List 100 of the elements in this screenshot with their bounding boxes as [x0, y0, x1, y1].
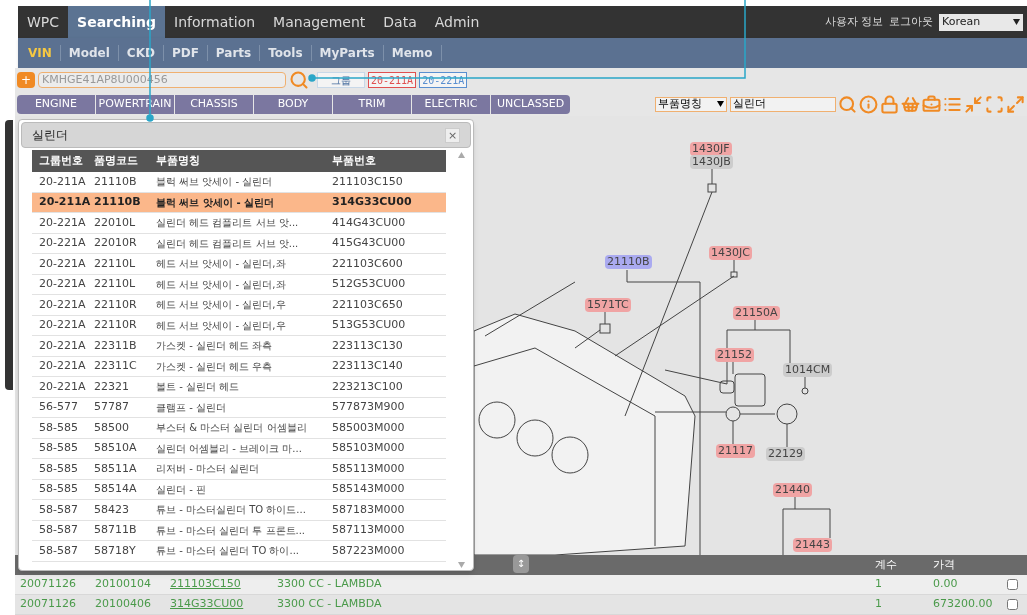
table-cell-text: 가스켓 - 실린더 헤드 우측 [156, 359, 274, 374]
result-row[interactable]: 20-221A 22311B 가스켓 - 실린더 헤드 좌측 223113C130 [32, 336, 446, 357]
part-callout[interactable]: 21150A [733, 306, 780, 320]
part-callout[interactable]: 21110B [605, 255, 652, 269]
language-select[interactable]: Korean [939, 13, 1023, 31]
fit-screen-icon[interactable] [985, 94, 1004, 114]
subnav-tab[interactable]: VIN [20, 44, 60, 62]
table-cell-text: 0.00 [933, 576, 959, 593]
table-cell-text: 58514A [94, 481, 138, 497]
result-row[interactable]: 20-221A 22311C 가스켓 - 실린더 헤드 우측 223113C140 [32, 356, 446, 377]
category-button[interactable]: ENGINE [17, 94, 95, 114]
nav-tab[interactable]: Searching [68, 6, 166, 38]
result-row[interactable]: 58-587 58718Y 튜브 - 마스터 실린더 TO 하이... 587223M000 [32, 541, 446, 562]
part-callout[interactable]: 1430JB [690, 155, 733, 169]
resize-handle[interactable]: ↕ [513, 555, 529, 573]
subnav-tab[interactable]: PDF [163, 44, 207, 62]
part-callout[interactable]: 1430JC [709, 246, 752, 260]
table-cell-text: 블럭 써브 앗세이 - 실린더 [156, 175, 274, 190]
result-row[interactable]: 58-585 58514A 실린더 - 핀 585143M000 [32, 479, 446, 500]
category-button[interactable]: TRIM [333, 94, 411, 114]
subnav-tab[interactable]: Parts [207, 44, 260, 62]
table-cell-text: 20-221A [38, 276, 87, 292]
result-row[interactable]: 20-221A 22321 볼트 - 실린더 헤드 223213C100 [32, 377, 446, 398]
table-cell: 414G43CU00 [332, 214, 406, 231]
subnav-tab[interactable]: Tools [260, 44, 311, 62]
result-row[interactable]: 20-221A 22110R 헤드 서브 앗세이 - 실린더,우 513G53CU00 [32, 315, 446, 336]
subnav-tab[interactable]: MyParts [311, 44, 383, 62]
result-row[interactable]: 58-585 58511A 리저버 - 마스터 실린더 585113M000 [32, 459, 446, 480]
result-row[interactable]: 58-587 58423 튜브 - 마스터실린더 TO 하이드... 587183M000 [32, 500, 446, 521]
table-cell-text: 20-221A [38, 378, 87, 395]
part-callout[interactable]: 1571TC [585, 298, 631, 312]
subnav-tab[interactable]: Memo [383, 44, 441, 62]
info-icon[interactable] [859, 94, 878, 114]
scrollbar[interactable] [456, 150, 466, 570]
table-cell-text: 부스터 & 마스터 실린더 어셈블리 [156, 421, 308, 436]
table-cell-text: 20-221A [38, 337, 87, 354]
result-row[interactable]: 20-221A 22010L 실린더 헤드 컴플리트 서브 앗... 414G43CU00 [32, 213, 446, 234]
category-button[interactable]: UNCLASSED [491, 94, 571, 114]
result-row[interactable]: 20-211A 21110B 블럭 써브 앗세이 - 실린더 211103C150 [32, 172, 446, 193]
table-cell-text: 리저버 - 마스터 실린더 [156, 462, 261, 477]
table-cell-text: 실린더 - 핀 [156, 482, 207, 497]
expand-icon[interactable] [1006, 94, 1025, 114]
row-checkbox[interactable] [1007, 579, 1018, 590]
row-checkbox[interactable] [1007, 599, 1018, 610]
table-cell-text: 223113C140 [332, 358, 403, 374]
table-cell-text: 22010R [94, 235, 138, 251]
part-number-link[interactable]: 314G33CU00 [170, 596, 277, 613]
lock-icon[interactable] [880, 94, 899, 114]
table-cell-text: 블럭 써브 앗세이 - 실린더 [156, 195, 276, 210]
user-link[interactable]: 로그아웃 [889, 13, 933, 31]
user-link[interactable]: 사용자 정보 [824, 13, 883, 31]
table-cell-text: 513G53CU00 [332, 317, 406, 333]
table-cell-text: 57787 [94, 399, 130, 415]
category-button[interactable]: POWERTRAIN [96, 94, 174, 114]
table-cell-text: 58-587 [38, 542, 79, 559]
result-row[interactable]: 58-587 58711B 튜브 - 마스터 실린더 투 프론트... 587113M000 [32, 520, 446, 541]
result-row[interactable]: 56-577 57787 클램프 - 실린더 577873M900 [32, 397, 446, 418]
toolbox-icon[interactable] [922, 94, 941, 114]
part-callout[interactable]: 21152 [715, 348, 754, 362]
close-button[interactable]: × [445, 127, 460, 143]
table-cell: 587183M000 [332, 501, 405, 518]
result-row[interactable]: 20-221A 22110L 헤드 서브 앗세이 - 실린더,좌 221103C600 [32, 254, 446, 275]
subnav-tab[interactable]: CKD [118, 44, 163, 62]
search-icon[interactable] [289, 70, 309, 90]
result-row[interactable]: 20-221A 22110R 헤드 서브 앗세이 - 실린더,우 221103C650 [32, 295, 446, 316]
nav-tab[interactable]: Information [165, 6, 265, 38]
table-cell-text: 3300 CC - LAMBDA [277, 576, 383, 593]
table-cell-text: 1 [875, 596, 883, 613]
part-callout[interactable]: 1014CM [783, 363, 833, 377]
part-callout[interactable]: 21443 [793, 538, 832, 552]
column-header: 계수 [875, 556, 897, 573]
nav-tab[interactable]: Admin [425, 6, 489, 38]
column-header: 부품번호 [332, 152, 376, 169]
subnav-tab[interactable]: Model [60, 44, 118, 62]
basket-icon[interactable] [901, 94, 920, 114]
result-row[interactable]: 20-211A 21110B 블럭 써브 앗세이 - 실린더 314G33CU00 [32, 192, 446, 213]
part-number-link[interactable]: 211103C150 [170, 576, 277, 593]
table-cell-text: 58511A [94, 460, 138, 477]
result-row[interactable]: 58-585 58500 부스터 & 마스터 실린더 어셈블리 585003M000 [32, 418, 446, 439]
collapse-icon[interactable] [964, 94, 983, 114]
nav-tab[interactable]: Data [374, 6, 426, 38]
part-search-field[interactable]: 실린더 [730, 96, 836, 112]
nav-tab[interactable]: Management [264, 6, 375, 38]
category-button[interactable]: CHASSIS [175, 94, 253, 114]
search-field-select[interactable]: 부품명칭 [655, 96, 727, 112]
table-cell-text: 58718Y [94, 542, 137, 559]
table-cell-text: 20-221A [38, 296, 87, 313]
part-callout[interactable]: 22129 [766, 447, 805, 461]
category-button[interactable]: ELECTRIC [412, 94, 490, 114]
result-row[interactable]: 20-221A 22010R 실린더 헤드 컴플리트 서브 앗... 415G43CU00 [32, 233, 446, 254]
table-cell-text: 20071126 [20, 576, 77, 593]
category-button[interactable]: BODY [254, 94, 332, 114]
part-callout[interactable]: 21117 [716, 444, 755, 458]
part-callout[interactable]: 1430JF [690, 142, 732, 156]
nav-tab[interactable]: WPC [18, 6, 69, 38]
result-row[interactable]: 20-221A 22110L 헤드 서브 앗세이 - 실린더,좌 512G53CU00 [32, 274, 446, 295]
result-row[interactable]: 58-585 58510A 실린더 어셈블리 - 브레이크 마... 585103M000 [32, 438, 446, 459]
search-icon[interactable] [838, 94, 857, 114]
table-cell-text: 22110R [94, 296, 138, 313]
part-callout[interactable]: 21440 [773, 483, 812, 497]
